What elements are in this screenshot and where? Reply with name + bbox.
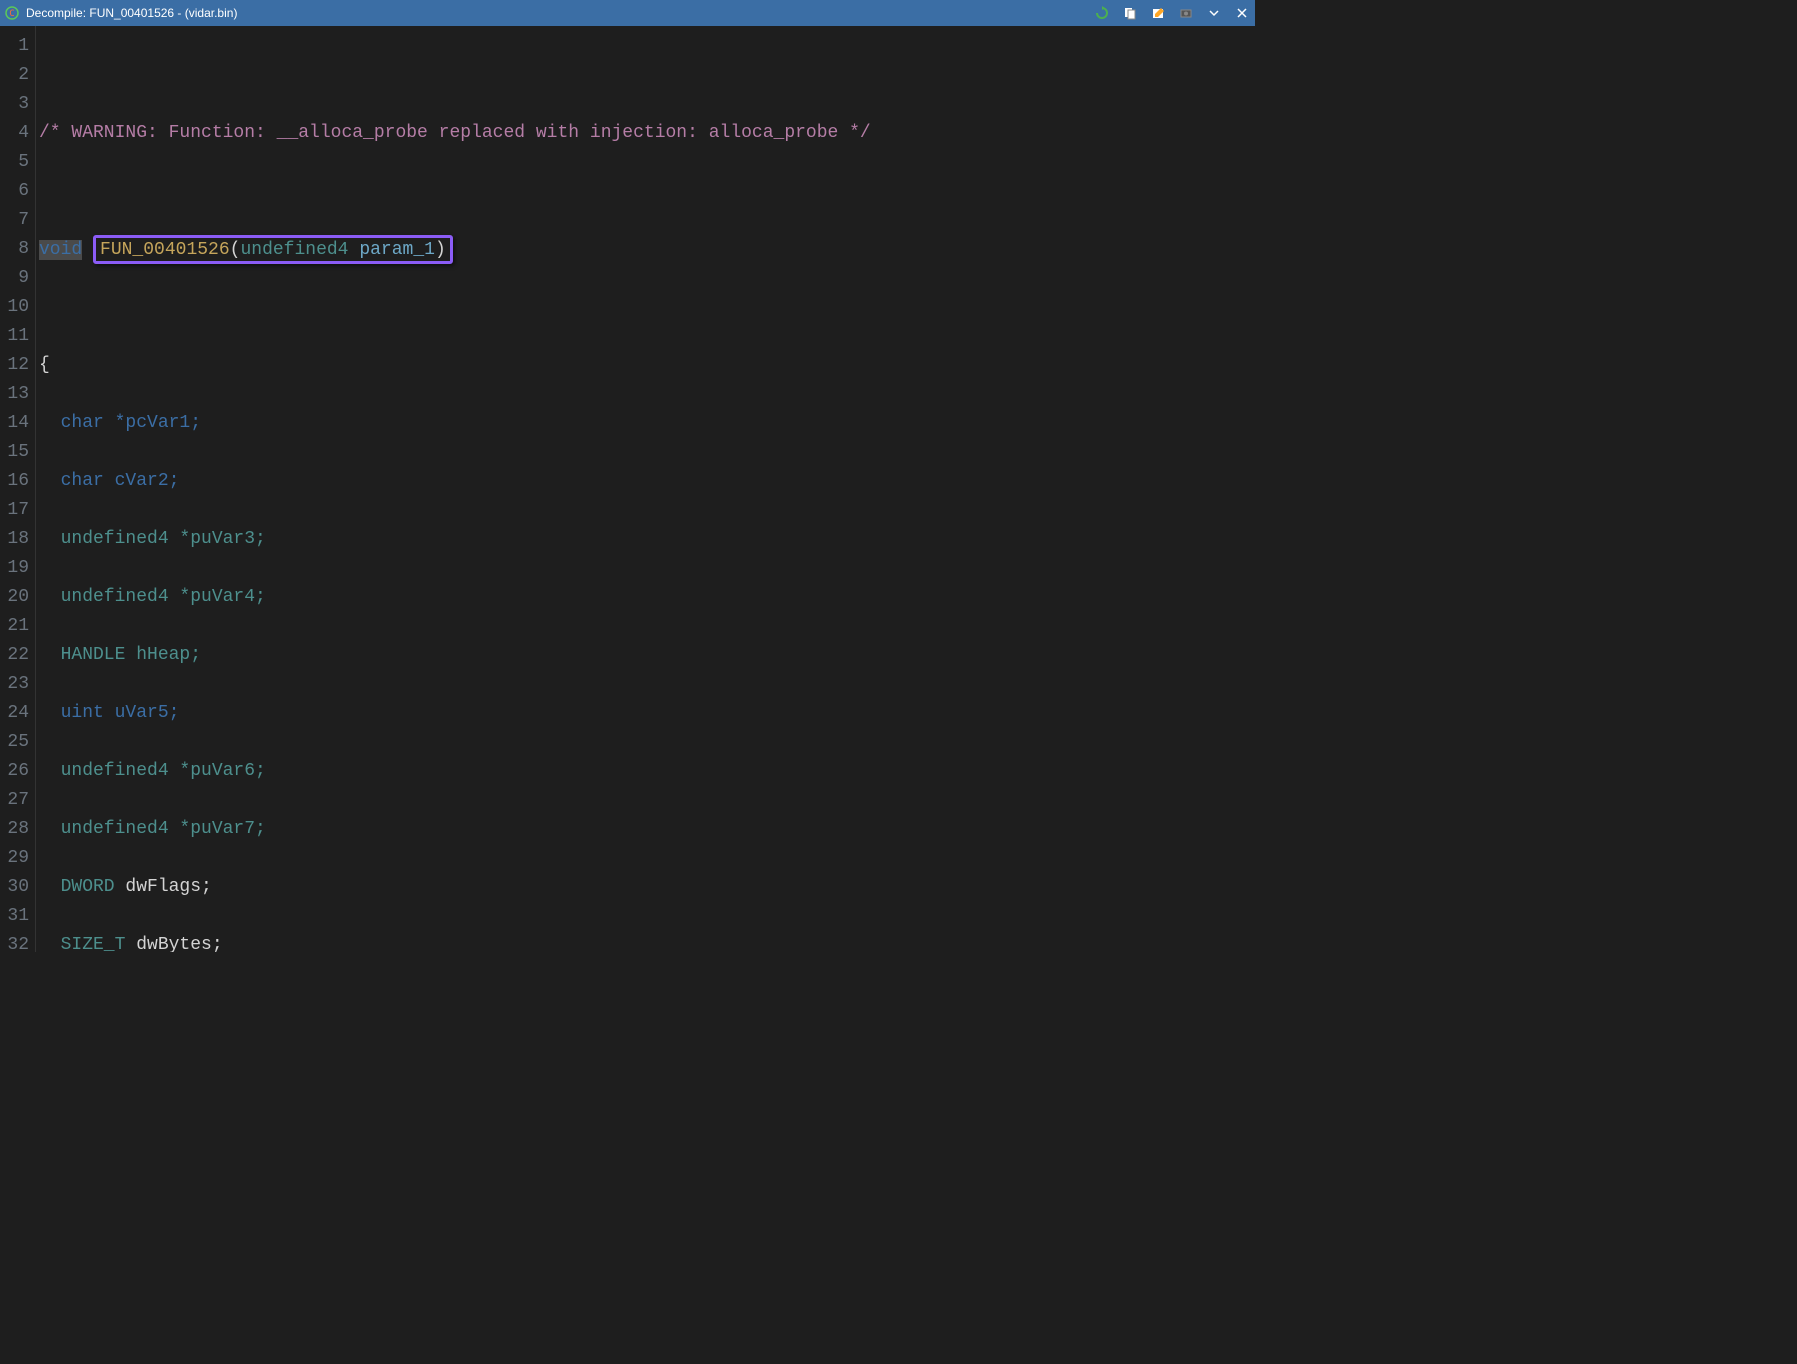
line-number: 3 bbox=[0, 90, 29, 119]
copy-icon[interactable] bbox=[1121, 4, 1139, 22]
decompiler-icon: C bbox=[4, 5, 20, 21]
line-number: 27 bbox=[0, 786, 29, 815]
titlebar: C Decompile: FUN_00401526 - (vidar.bin) bbox=[0, 0, 1255, 26]
code-line: DWORD dwFlags; bbox=[39, 873, 1255, 902]
code-line: undefined4 *puVar7; bbox=[39, 815, 1255, 844]
titlebar-actions bbox=[1093, 4, 1251, 22]
code-content[interactable]: /* WARNING: Function: __alloca_probe rep… bbox=[36, 26, 1255, 952]
line-number: 32 bbox=[0, 931, 29, 960]
line-number: 1 bbox=[0, 32, 29, 61]
line-number: 21 bbox=[0, 612, 29, 641]
line-number: 9 bbox=[0, 264, 29, 293]
line-number: 13 bbox=[0, 380, 29, 409]
code-line: char cVar2; bbox=[39, 467, 1255, 496]
line-number: 11 bbox=[0, 322, 29, 351]
code-line: undefined4 *puVar3; bbox=[39, 525, 1255, 554]
code-line: undefined4 *puVar4; bbox=[39, 583, 1255, 612]
line-number: 4 bbox=[0, 119, 29, 148]
line-number: 6 bbox=[0, 177, 29, 206]
line-number: 14 bbox=[0, 409, 29, 438]
svg-text:C: C bbox=[9, 9, 14, 19]
line-number: 22 bbox=[0, 641, 29, 670]
code-line: { bbox=[39, 351, 1255, 380]
code-line: char *pcVar1; bbox=[39, 409, 1255, 438]
line-number: 8 bbox=[0, 235, 29, 264]
comment: /* WARNING: Function: __alloca_probe rep… bbox=[39, 123, 871, 143]
line-number: 24 bbox=[0, 699, 29, 728]
line-number: 17 bbox=[0, 496, 29, 525]
line-number: 12 bbox=[0, 351, 29, 380]
line-number: 10 bbox=[0, 293, 29, 322]
line-number: 29 bbox=[0, 844, 29, 873]
function-signature-highlight: FUN_00401526(undefined4 param_1) bbox=[93, 235, 453, 264]
window-title: Decompile: FUN_00401526 - (vidar.bin) bbox=[26, 6, 1093, 20]
param-name: param_1 bbox=[359, 240, 435, 260]
line-number: 25 bbox=[0, 728, 29, 757]
code-line: SIZE_T dwBytes; bbox=[39, 931, 1255, 952]
line-number: 20 bbox=[0, 583, 29, 612]
code-line: HANDLE hHeap; bbox=[39, 641, 1255, 670]
edit-icon[interactable] bbox=[1149, 4, 1167, 22]
line-number: 5 bbox=[0, 148, 29, 177]
line-number: 30 bbox=[0, 873, 29, 902]
line-number: 28 bbox=[0, 815, 29, 844]
code-line: void FUN_00401526(undefined4 param_1) bbox=[39, 235, 1255, 264]
line-number-gutter: 1 2 3 4 5 6 7 8 9 10 11 12 13 14 15 16 1… bbox=[0, 26, 36, 952]
line-number: 31 bbox=[0, 902, 29, 931]
line-number: 19 bbox=[0, 554, 29, 583]
code-area: 1 2 3 4 5 6 7 8 9 10 11 12 13 14 15 16 1… bbox=[0, 26, 1255, 952]
line-number: 18 bbox=[0, 525, 29, 554]
line-number: 26 bbox=[0, 757, 29, 786]
line-number: 15 bbox=[0, 438, 29, 467]
code-line: undefined4 *puVar6; bbox=[39, 757, 1255, 786]
function-name: FUN_00401526 bbox=[100, 240, 230, 260]
code-line bbox=[39, 293, 1255, 322]
dropdown-icon[interactable] bbox=[1205, 4, 1223, 22]
line-number: 23 bbox=[0, 670, 29, 699]
line-number: 16 bbox=[0, 467, 29, 496]
code-line: /* WARNING: Function: __alloca_probe rep… bbox=[39, 119, 1255, 148]
refresh-icon[interactable] bbox=[1093, 4, 1111, 22]
snapshot-icon[interactable] bbox=[1177, 4, 1195, 22]
code-line: uint uVar5; bbox=[39, 699, 1255, 728]
close-icon[interactable] bbox=[1233, 4, 1251, 22]
code-line bbox=[39, 61, 1255, 90]
keyword-void: void bbox=[39, 240, 82, 260]
code-line bbox=[39, 177, 1255, 206]
line-number: 7 bbox=[0, 206, 29, 235]
line-number: 2 bbox=[0, 61, 29, 90]
